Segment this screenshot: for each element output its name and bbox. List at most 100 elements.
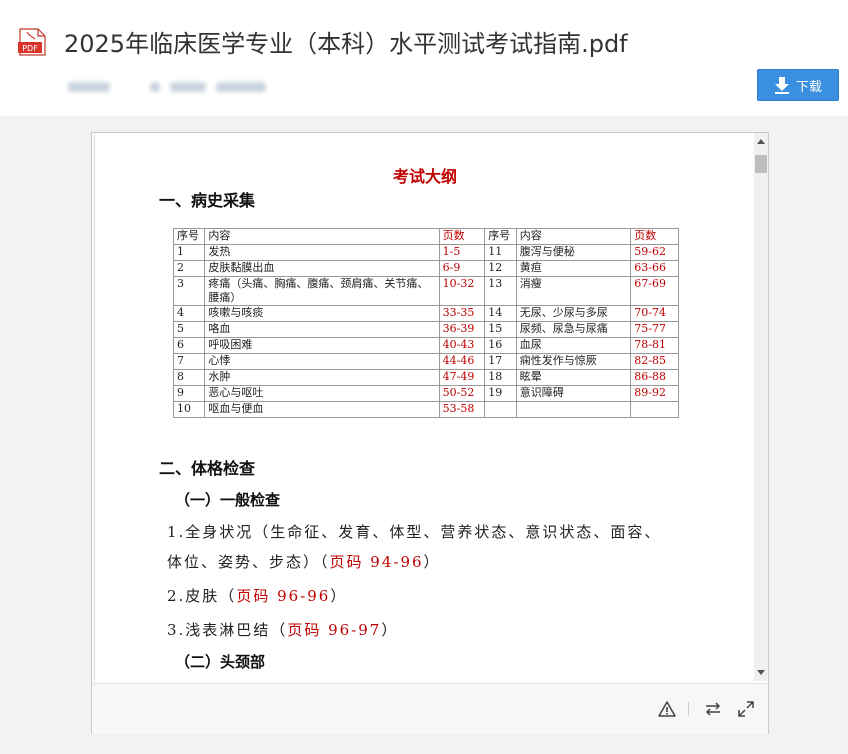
table-row: 2 皮肤黏膜出血 6-9 12 黄疸 63-66	[172, 260, 679, 277]
table-cell: 5	[172, 321, 206, 338]
table-cell: 6	[172, 337, 206, 354]
table-cell: 无尿、少尿与多尿	[515, 305, 632, 322]
table-cell	[484, 401, 517, 418]
item-1-line-1: 1.全身状况（生命征、发育、体型、营养状态、意识状态、面容、	[167, 523, 662, 541]
file-header: PDF 2025年临床医学专业（本科）水平测试考试指南.pdf 下载	[0, 0, 848, 116]
blurred-meta-1	[150, 82, 160, 92]
warning-icon[interactable]	[657, 699, 677, 719]
table-cell: 11	[484, 244, 517, 261]
pdf-viewer: 考试大纲 一、病史采集 序号 内容 页数 序号 内容 页数 1 发热 1-5 11 腹泻…	[91, 132, 769, 734]
table-cell: 86-88	[630, 369, 679, 386]
table-row: 4 咳嗽与咳痰 33-35 14 无尿、少尿与多尿 70-74	[172, 305, 679, 322]
table-cell: 63-66	[630, 260, 679, 277]
svg-text:PDF: PDF	[22, 44, 38, 53]
subsection-head-neck: （二）头颈部	[175, 653, 266, 671]
blurred-meta-2	[170, 82, 206, 92]
item-2-close: ）	[330, 587, 348, 605]
table-cell: 尿频、尿急与尿痛	[515, 321, 632, 338]
table-cell: 14	[484, 305, 517, 322]
download-label: 下载	[795, 79, 822, 95]
switch-arrows-icon[interactable]	[703, 699, 723, 719]
vertical-scrollbar[interactable]	[754, 133, 768, 681]
item-2-text: 2.皮肤（	[167, 587, 237, 605]
table-cell: 8	[172, 369, 206, 386]
item-3-pages: 页码 96-97	[287, 621, 382, 639]
table-cell: 3	[172, 276, 206, 306]
table-cell: 血尿	[515, 337, 632, 354]
table-cell: 咳嗽与咳痰	[204, 305, 440, 322]
table-cell: 水肿	[204, 369, 440, 386]
table-cell: 10-32	[438, 276, 486, 306]
table-row: 8 水肿 47-49 18 眩晕 86-88	[172, 369, 679, 386]
item-2-pages: 页码 96-96	[236, 587, 331, 605]
pdf-page: 考试大纲 一、病史采集 序号 内容 页数 序号 内容 页数 1 发热 1-5 11 腹泻…	[94, 135, 755, 683]
table-cell: 40-43	[438, 337, 486, 354]
table-cell: 痫性发作与惊厥	[515, 353, 632, 370]
table-row: 7 心悸 44-46 17 痫性发作与惊厥 82-85	[172, 353, 679, 370]
table-cell: 36-39	[438, 321, 486, 338]
table-cell: 呕血与便血	[204, 401, 440, 418]
table-cell: 2	[172, 260, 206, 277]
section-history: 一、病史采集	[159, 191, 256, 210]
table-cell: 67-69	[630, 276, 679, 306]
col-header: 内容	[204, 228, 440, 245]
table-cell: 1	[172, 244, 206, 261]
scroll-up-arrow-icon[interactable]	[757, 139, 765, 144]
download-arrow-icon	[774, 77, 789, 94]
table-cell: 15	[484, 321, 517, 338]
item-3-text: 3.浅表淋巴结（	[167, 621, 288, 639]
table-cell: 疼痛（头痛、胸痛、腹痛、颈肩痛、关节痛、腰痛）	[204, 276, 440, 306]
table-cell: 腹泻与便秘	[515, 244, 632, 261]
table-cell: 59-62	[630, 244, 679, 261]
table-row: 5 咯血 36-39 15 尿频、尿急与尿痛 75-77	[172, 321, 679, 338]
col-header: 内容	[515, 228, 632, 245]
uploader-meta	[68, 80, 110, 94]
table-cell: 13	[484, 276, 517, 306]
scroll-thumb[interactable]	[755, 155, 767, 173]
table-cell: 12	[484, 260, 517, 277]
table-cell: 4	[172, 305, 206, 322]
item-1-pages: 页码 94-96	[329, 553, 424, 571]
item-1-line-2: 体位、姿势、步态）（页码 94-96）	[167, 551, 441, 572]
col-header: 序号	[172, 228, 206, 245]
table-row: 9 恶心与呕吐 50-52 19 意识障碍 89-92	[172, 385, 679, 402]
table-row: 3 疼痛（头痛、胸痛、腹痛、颈肩痛、关节痛、腰痛） 10-32 13 消瘦 67-69	[172, 276, 679, 306]
item-3: 3.浅表淋巴结（页码 96-97）	[167, 619, 398, 640]
section-physical-exam: 二、体格检查	[159, 459, 256, 478]
table-row: 10 呕血与便血 53-58	[172, 401, 679, 418]
table-cell: 皮肤黏膜出血	[204, 260, 440, 277]
table-cell: 10	[172, 401, 206, 418]
table-cell: 75-77	[630, 321, 679, 338]
table-cell: 16	[484, 337, 517, 354]
file-title: 2025年临床医学专业（本科）水平测试考试指南.pdf	[64, 30, 628, 58]
table-cell: 53-58	[438, 401, 486, 418]
col-header: 序号	[484, 228, 517, 245]
table-cell: 发热	[204, 244, 440, 261]
date-meta	[150, 80, 266, 94]
table-header-row: 序号 内容 页数 序号 内容 页数	[172, 228, 679, 245]
table-cell: 6-9	[438, 260, 486, 277]
table-cell: 消瘦	[515, 276, 632, 306]
table-cell	[630, 401, 679, 418]
table-cell: 18	[484, 369, 517, 386]
table-cell: 19	[484, 385, 517, 402]
fullscreen-icon[interactable]	[736, 699, 756, 719]
blurred-meta-3	[216, 82, 266, 92]
blurred-uploader	[68, 82, 110, 92]
doc-title: 考试大纲	[392, 167, 457, 186]
table-cell: 70-74	[630, 305, 679, 322]
download-button[interactable]: 下载	[757, 69, 839, 101]
table-row: 6 呼吸困难 40-43 16 血尿 78-81	[172, 337, 679, 354]
col-header: 页数	[438, 228, 486, 245]
table-cell: 咯血	[204, 321, 440, 338]
item-1-close: ）	[423, 553, 441, 571]
scroll-down-arrow-icon[interactable]	[757, 670, 765, 675]
item-3-close: ）	[381, 621, 399, 639]
table-cell: 50-52	[438, 385, 486, 402]
outline-table: 序号 内容 页数 序号 内容 页数 1 发热 1-5 11 腹泻与便秘 59-62 2 皮肤黏…	[172, 228, 679, 418]
table-cell: 7	[172, 353, 206, 370]
viewer-toolbar	[92, 683, 768, 734]
pdf-file-icon: PDF	[18, 28, 46, 56]
toolbar-divider	[688, 702, 689, 716]
table-cell: 呼吸困难	[204, 337, 440, 354]
